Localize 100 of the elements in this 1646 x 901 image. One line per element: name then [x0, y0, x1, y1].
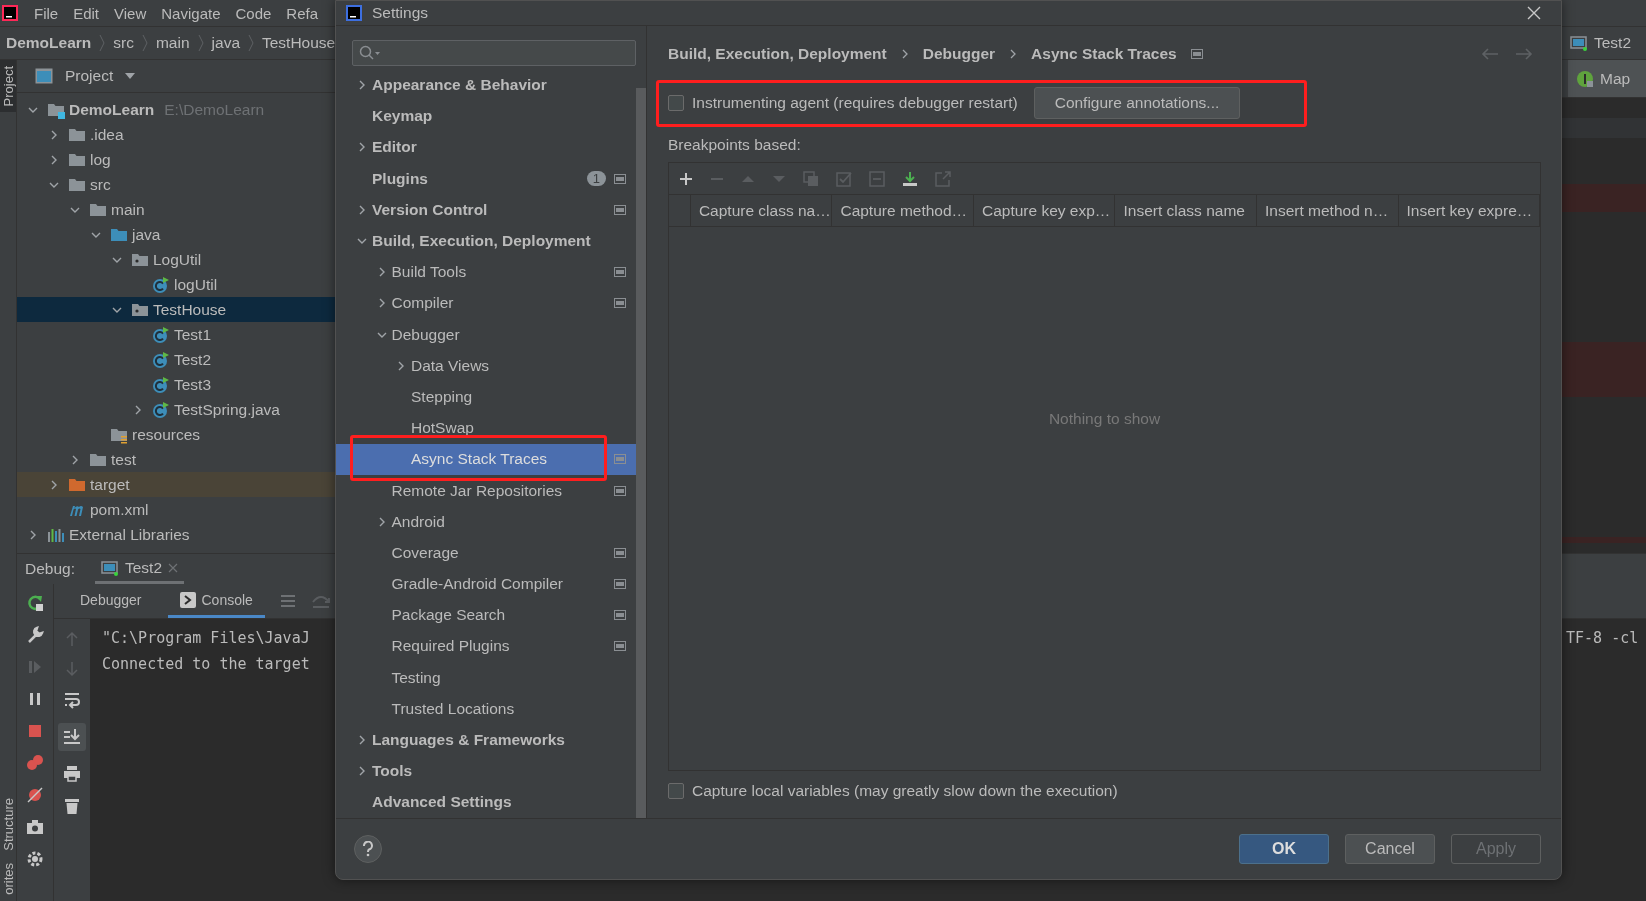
settings-tree-item[interactable]: Advanced Settings	[336, 786, 636, 818]
download-icon[interactable]	[902, 170, 918, 187]
menu-item[interactable]: View	[114, 4, 147, 22]
breadcrumb-item[interactable]: java	[211, 34, 240, 52]
settings-tree-item[interactable]: Keymap	[336, 100, 636, 132]
breadcrumb-separator-icon	[248, 34, 254, 52]
breakpoints-icon[interactable]	[26, 754, 44, 772]
app-logo-icon[interactable]	[2, 5, 18, 21]
add-icon[interactable]	[679, 171, 693, 186]
settings-tree-item[interactable]: Languages & Frameworks	[336, 724, 636, 756]
search-field[interactable]	[352, 40, 636, 66]
settings-tree-item[interactable]: Version Control	[336, 194, 636, 226]
tree-item[interactable]: resources	[17, 422, 337, 447]
breadcrumb-item[interactable]: TestHouse	[262, 34, 336, 52]
camera-icon[interactable]	[26, 818, 44, 836]
side-tab[interactable]: Structure	[0, 792, 16, 858]
column-header[interactable]: Capture method…	[832, 195, 974, 226]
column-header[interactable]: Capture key exp…	[973, 195, 1116, 226]
debug-session-tab[interactable]: Test2	[95, 554, 185, 584]
tree-item[interactable]: TestHouse	[17, 297, 337, 322]
tree-item[interactable]: java	[17, 222, 337, 247]
tree-item[interactable]: target	[17, 472, 337, 497]
menu-item[interactable]: Edit	[73, 4, 100, 22]
panel-title[interactable]: Project	[65, 67, 114, 85]
column-header[interactable]: Insert key expre…	[1398, 195, 1540, 226]
tree-item[interactable]: External Libraries	[17, 522, 337, 547]
tree-item[interactable]: pom.xml	[17, 497, 337, 522]
settings-tree-item[interactable]: Required Plugins	[336, 630, 636, 663]
debug-tab[interactable]: Debugger	[68, 584, 154, 618]
settings-tree-item[interactable]: Appearance & Behavior	[336, 69, 636, 101]
tree-item[interactable]: src	[17, 172, 337, 197]
dropdown-caret-icon[interactable]	[125, 73, 136, 79]
app-logo-icon	[346, 5, 362, 21]
settings-tree-item[interactable]: Build Tools	[336, 256, 636, 288]
breadcrumb-item[interactable]: src	[113, 34, 134, 52]
stop-icon[interactable]	[26, 722, 44, 740]
breadcrumb-separator-icon	[99, 34, 106, 52]
project-side-tab[interactable]: Project	[0, 60, 16, 113]
tree-item[interactable]: main	[17, 197, 337, 222]
checkbox[interactable]	[668, 783, 684, 799]
settings-tree-item[interactable]: Plugins 1	[336, 163, 636, 195]
tree-item[interactable]: .idea	[17, 122, 337, 147]
settings-tree-item[interactable]: HotSwap	[336, 412, 636, 444]
menu-item[interactable]: Code	[235, 4, 272, 22]
settings-tree-item[interactable]: Android	[336, 506, 636, 538]
settings-tree-item[interactable]: Async Stack Traces	[336, 443, 636, 475]
column-header[interactable]: Insert method n…	[1257, 195, 1399, 226]
menu-item[interactable]: Refa	[286, 4, 319, 22]
menu-item[interactable]: Navigate	[161, 4, 221, 22]
checkbox[interactable]: Instrumenting agent (requires debugger restart)	[668, 94, 1018, 112]
help-button[interactable]	[354, 835, 382, 863]
checkbox[interactable]: Capture local variables (may greatly slow down the execution)	[668, 779, 1541, 803]
dialog-button[interactable]: Cancel	[1345, 834, 1435, 864]
settings-tree-item[interactable]: Build, Execution, Deployment	[336, 225, 636, 257]
tree-item[interactable]: TestSpring.java	[17, 397, 337, 422]
soft-wrap-icon[interactable]	[63, 691, 81, 709]
settings-tree-item[interactable]: Testing	[336, 662, 636, 694]
list-icon[interactable]	[278, 592, 297, 610]
settings-tree-item[interactable]: Data Views	[336, 350, 636, 382]
interface-icon	[1576, 69, 1594, 88]
settings-tree-item[interactable]: Tools	[336, 755, 636, 787]
trash-icon[interactable]	[63, 797, 81, 815]
close-icon[interactable]	[1527, 6, 1541, 20]
breadcrumb-separator-icon	[141, 34, 148, 52]
checklist-icon[interactable]	[836, 170, 852, 187]
project-level-icon	[1190, 49, 1203, 59]
settings-tree-item[interactable]: Stepping	[336, 381, 636, 413]
dialog-button[interactable]: OK	[1239, 834, 1329, 864]
settings-tree-item[interactable]: Gradle-Android Compiler	[336, 568, 636, 600]
class-icon	[152, 400, 170, 419]
settings-tree-item[interactable]: Coverage	[336, 537, 636, 569]
settings-icon[interactable]	[26, 850, 44, 868]
column-header[interactable]: Capture class na…	[690, 195, 833, 226]
tree-item[interactable]: logUtil	[17, 272, 337, 297]
settings-tree-item[interactable]: Compiler	[336, 287, 636, 319]
mute-breakpoints-icon[interactable]	[26, 786, 44, 804]
column-header[interactable]: Insert class name	[1115, 195, 1257, 226]
scroll-to-end-icon[interactable]	[58, 723, 86, 751]
tree-item[interactable]: Test2	[17, 347, 337, 372]
print-icon[interactable]	[63, 765, 81, 783]
breadcrumb-item[interactable]: main	[155, 34, 190, 52]
editor-tab[interactable]: Map	[1568, 60, 1646, 97]
settings-tree-item[interactable]: Editor	[336, 131, 636, 164]
menu-item[interactable]: File	[34, 4, 59, 22]
tree-item[interactable]: test	[17, 447, 337, 472]
settings-tree-item[interactable]: Remote Jar Repositories	[336, 474, 636, 507]
wrench-icon[interactable]	[26, 626, 44, 644]
settings-tree-item[interactable]: Trusted Locations	[336, 693, 636, 725]
side-tab[interactable]: orites	[0, 857, 16, 901]
tree-item[interactable]: LogUtil	[17, 247, 337, 272]
tree-item[interactable]: Test3	[17, 372, 337, 397]
tree-item[interactable]: Test1	[17, 322, 337, 347]
tree-item[interactable]: log	[17, 147, 337, 172]
settings-tree-item[interactable]: Package Search	[336, 599, 636, 631]
rerun-icon[interactable]	[26, 594, 44, 612]
breadcrumb-item[interactable]: DemoLearn	[6, 34, 92, 52]
configure-annotations-button[interactable]: Configure annotations...	[1033, 87, 1241, 119]
checkbox[interactable]	[668, 95, 684, 111]
scrollbar-thumb[interactable]	[636, 87, 646, 818]
settings-tree-item[interactable]: Debugger	[336, 319, 636, 351]
